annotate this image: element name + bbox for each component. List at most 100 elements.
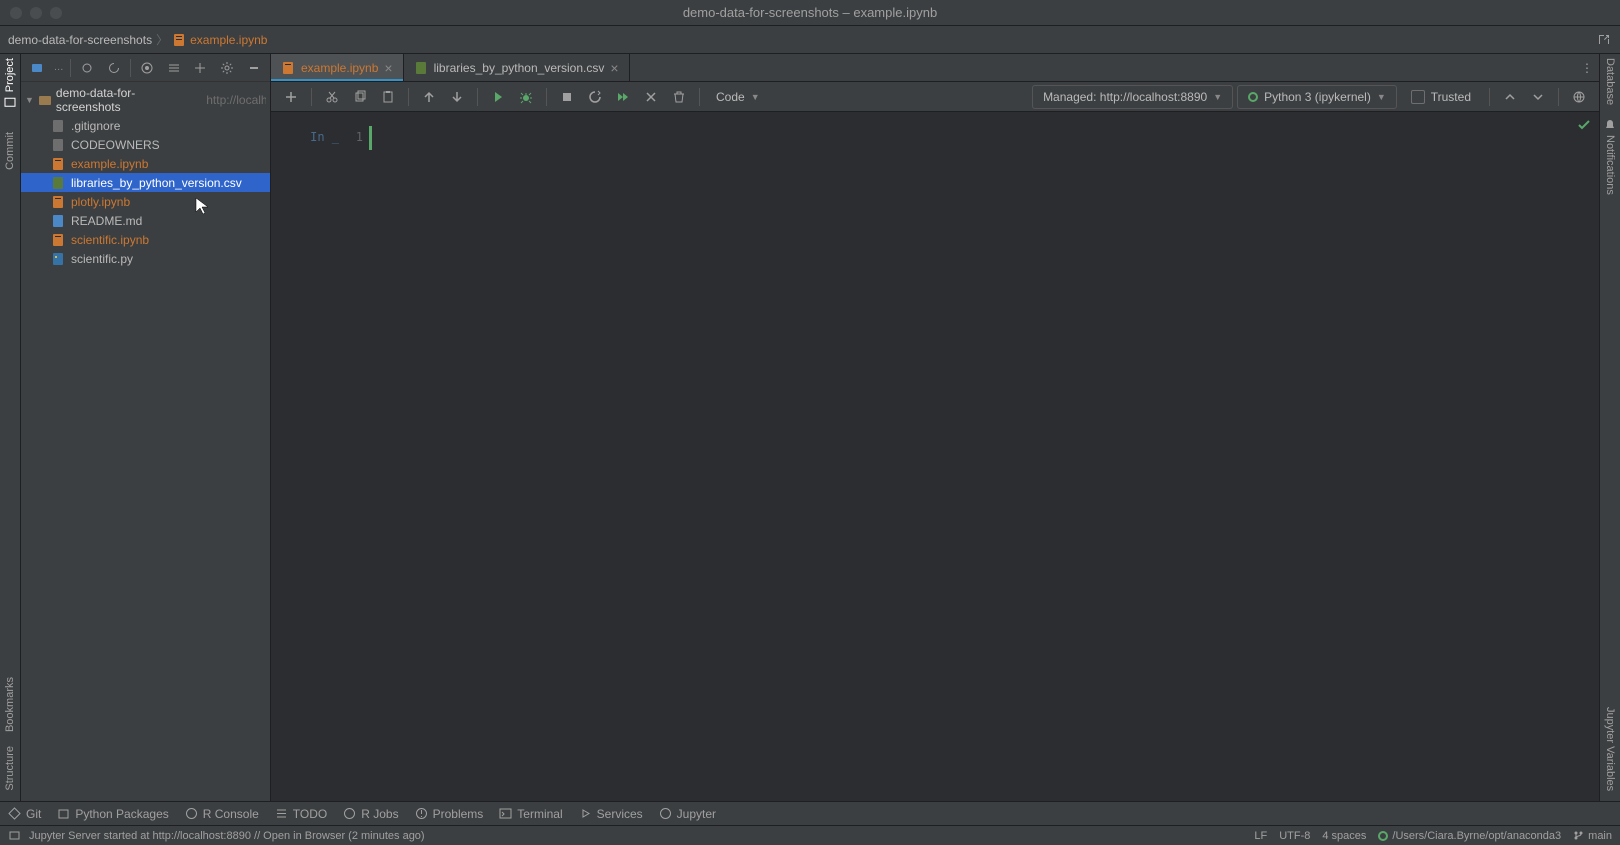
minimize-window-button[interactable] [30,7,42,19]
file-tree-item[interactable]: scientific.py [21,249,270,268]
file-tree-item[interactable]: libraries_by_python_version.csv [21,173,270,192]
cell-input[interactable] [369,126,1591,150]
database-tool-button[interactable]: Database [1604,58,1616,105]
breadcrumb-project[interactable]: demo-data-for-screenshots [8,33,152,47]
trusted-checkbox[interactable] [1411,90,1425,104]
commit-tool-button[interactable]: Commit [4,132,16,170]
add-cell-button[interactable] [279,85,303,109]
breadcrumb-file[interactable]: example.ipynb [172,33,267,47]
file-tree-item[interactable]: README.md [21,211,270,230]
divide-button[interactable] [190,57,211,79]
notifications-tool-button[interactable]: Notifications [1604,119,1616,195]
edit-external-button[interactable] [1596,32,1612,48]
run-all-button[interactable] [611,85,635,109]
branch-icon [1573,830,1584,841]
run-cell-button[interactable] [486,85,510,109]
cut-button[interactable] [320,85,344,109]
project-panel: … ▼ demo-data-for-screenshots http://loc… [21,54,271,801]
expand-down-button[interactable] [1526,85,1550,109]
jupyter-server-selector[interactable]: Managed: http://localhost:8890 ▼ [1032,85,1233,109]
project-root-name: demo-data-for-screenshots [56,86,196,114]
bookmarks-tool-button[interactable]: Bookmarks [4,677,16,732]
left-tool-strip: Project Commit Bookmarks Structure [0,54,21,801]
file-name: plotly.ipynb [71,195,130,209]
interpreter-widget[interactable]: /Users/Ciara.Byrne/opt/anaconda3 [1378,830,1561,842]
inspection-ok-icon[interactable] [1577,118,1591,132]
open-browser-button[interactable] [1567,85,1591,109]
breadcrumb: demo-data-for-screenshots 〉 example.ipyn… [8,31,267,48]
clear-output-button[interactable] [667,85,691,109]
bell-icon [1604,119,1616,131]
tab-close-button[interactable]: × [384,60,392,76]
terminal-tool-button[interactable]: Terminal [499,807,562,821]
project-root-path: http://localh [206,93,266,107]
folder-icon [38,93,52,107]
scissors-icon [325,90,339,104]
file-tree-item[interactable]: plotly.ipynb [21,192,270,211]
notebook-icon [172,33,186,47]
jupyter-variables-tool-button[interactable]: Jupyter Variables [1604,707,1616,791]
collapse-up-button[interactable] [1498,85,1522,109]
paste-button[interactable] [376,85,400,109]
project-tool-button[interactable]: Project [4,58,16,108]
todo-tool-button[interactable]: TODO [275,807,327,821]
status-bar: Jupyter Server started at http://localho… [0,825,1620,845]
window-controls [10,7,62,19]
interrupt-button[interactable] [555,85,579,109]
jupyter-tool-button[interactable]: Jupyter [659,807,716,821]
tab-close-button[interactable]: × [610,60,618,76]
editor-tab[interactable]: libraries_by_python_version.csv× [404,54,630,81]
r-icon [185,807,198,820]
expand-all-button[interactable] [137,57,158,79]
status-message[interactable]: Jupyter Server started at http://localho… [29,830,425,842]
settings-button[interactable] [217,57,238,79]
move-up-button[interactable] [417,85,441,109]
file-tree-item[interactable]: .gitignore [21,116,270,135]
refresh-button[interactable] [103,57,124,79]
collapse-all-button[interactable] [163,57,184,79]
file-tree-item[interactable]: CODEOWNERS [21,135,270,154]
tabs-menu-button[interactable]: ⋮ [1575,54,1599,81]
kernel-selector[interactable]: Python 3 (ipykernel) ▼ [1237,85,1397,109]
package-icon [57,807,70,820]
structure-tool-button[interactable]: Structure [4,746,16,791]
file-tree-item[interactable]: scientific.ipynb [21,230,270,249]
git-tool-button[interactable]: Git [8,807,41,821]
notebook-cell[interactable]: In _ 1 [279,126,1591,150]
project-tree[interactable]: ▼ demo-data-for-screenshots http://local… [21,82,270,801]
trusted-toggle[interactable]: Trusted [1401,90,1481,104]
notebook-content[interactable]: In _ 1 [271,112,1599,801]
encoding-widget[interactable]: UTF-8 [1279,830,1310,842]
editor-tabs: example.ipynb×libraries_by_python_versio… [271,54,1599,82]
breadcrumb-separator: 〉 [156,31,168,48]
jupyter-icon [659,807,672,820]
line-separator-widget[interactable]: LF [1254,830,1267,842]
maximize-window-button[interactable] [50,7,62,19]
file-tree-item[interactable]: example.ipynb [21,154,270,173]
editor-tab[interactable]: example.ipynb× [271,54,404,81]
cell-type-selector[interactable]: Code ▼ [708,85,768,109]
titlebar: demo-data-for-screenshots – example.ipyn… [0,0,1620,26]
r-console-tool-button[interactable]: R Console [185,807,259,821]
indent-widget[interactable]: 4 spaces [1322,830,1366,842]
git-branch-widget[interactable]: main [1573,830,1612,842]
variables-button[interactable] [639,85,663,109]
project-view-more[interactable]: … [54,62,64,73]
project-view-selector[interactable] [27,57,48,79]
select-opened-file-button[interactable] [77,57,98,79]
notebook-toolbar: Code ▼ Managed: http://localhost:8890 ▼ … [271,82,1599,112]
gear-icon [220,61,234,75]
fast-forward-icon [616,90,630,104]
copy-button[interactable] [348,85,372,109]
debug-cell-button[interactable] [514,85,538,109]
window-title: demo-data-for-screenshots – example.ipyn… [683,5,937,20]
python-packages-tool-button[interactable]: Python Packages [57,807,168,821]
close-window-button[interactable] [10,7,22,19]
r-jobs-tool-button[interactable]: R Jobs [343,807,398,821]
project-root[interactable]: ▼ demo-data-for-screenshots http://local… [21,84,270,116]
problems-tool-button[interactable]: Problems [415,807,484,821]
services-tool-button[interactable]: Services [579,807,643,821]
move-down-button[interactable] [445,85,469,109]
restart-button[interactable] [583,85,607,109]
hide-button[interactable] [243,57,264,79]
